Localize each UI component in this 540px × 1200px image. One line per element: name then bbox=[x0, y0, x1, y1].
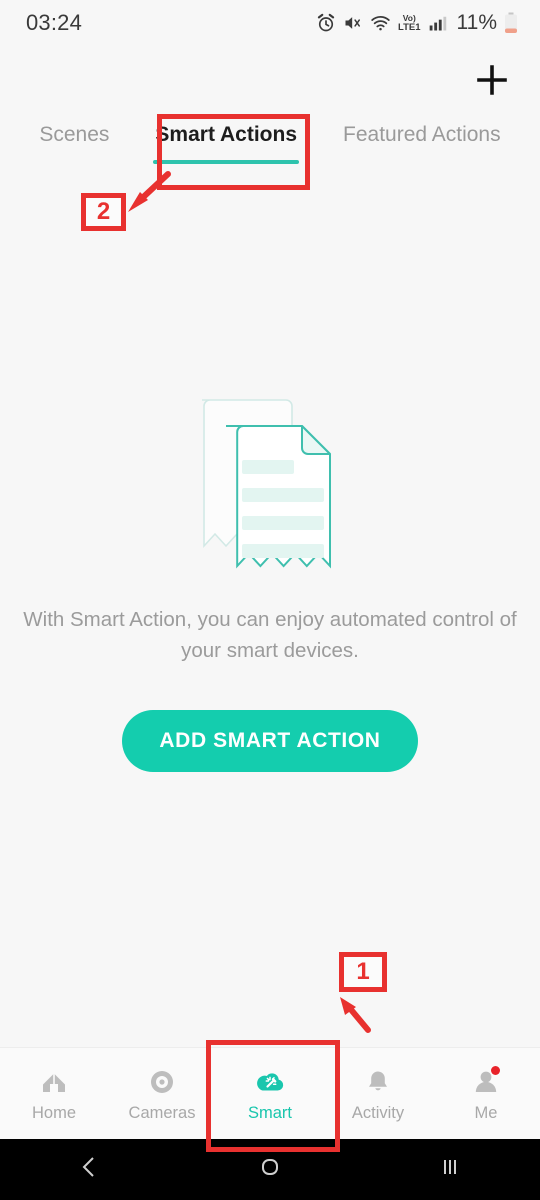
empty-state-description: With Smart Action, you can enjoy automat… bbox=[23, 608, 517, 662]
tab-smart-actions[interactable]: Smart Actions bbox=[141, 120, 311, 164]
me-badge-dot bbox=[491, 1065, 500, 1075]
battery-percent: 11% bbox=[456, 11, 497, 34]
bottom-navigation: Home Cameras Smart Activity Me bbox=[0, 1047, 540, 1139]
nav-item-activity-label: Activity bbox=[351, 1103, 405, 1122]
volte-icon: Vo) LTE1 bbox=[398, 14, 421, 32]
home-icon[interactable] bbox=[257, 1154, 283, 1185]
plus-icon bbox=[474, 62, 510, 103]
nav-item-home-label: Home bbox=[31, 1103, 76, 1122]
wifi-icon bbox=[370, 13, 391, 33]
nav-item-home[interactable]: Home bbox=[0, 1048, 108, 1139]
add-smart-action-button[interactable]: ADD SMART ACTION bbox=[122, 710, 418, 772]
tab-active-underline bbox=[153, 160, 300, 164]
tab-smart-actions-label: Smart Actions bbox=[155, 123, 298, 146]
bell-icon bbox=[361, 1065, 395, 1099]
nav-item-cameras[interactable]: Cameras bbox=[108, 1048, 216, 1139]
add-button[interactable] bbox=[466, 56, 518, 108]
battery-icon bbox=[504, 12, 518, 34]
annotation-arrow-1 bbox=[340, 997, 371, 1033]
tab-scenes-label: Scenes bbox=[39, 123, 110, 146]
tab-featured-actions-label: Featured Actions bbox=[343, 123, 501, 146]
smart-cloud-wand-icon bbox=[253, 1065, 287, 1099]
nav-item-me[interactable]: Me bbox=[432, 1048, 540, 1139]
annotation-arrow-2 bbox=[128, 171, 171, 212]
recents-icon[interactable] bbox=[437, 1154, 463, 1185]
mute-icon bbox=[343, 13, 363, 33]
tab-scenes[interactable]: Scenes bbox=[25, 120, 123, 150]
tab-featured-actions[interactable]: Featured Actions bbox=[329, 120, 515, 150]
system-navigation-bar bbox=[0, 1139, 540, 1200]
back-icon[interactable] bbox=[77, 1154, 103, 1185]
network-label: LTE1 bbox=[397, 21, 421, 33]
documents-icon bbox=[202, 399, 331, 569]
nav-item-cameras-label: Cameras bbox=[128, 1103, 196, 1122]
nav-item-activity[interactable]: Activity bbox=[324, 1048, 432, 1139]
status-bar: 03:24 Vo) LTE1 11% bbox=[0, 0, 540, 46]
signal-icon bbox=[428, 13, 448, 33]
nav-item-me-label: Me bbox=[474, 1103, 498, 1122]
annotation-number-2: 2 bbox=[81, 193, 126, 231]
annotation-number-1: 1 bbox=[339, 952, 387, 992]
house-icon bbox=[37, 1065, 71, 1099]
empty-state-illustration bbox=[180, 388, 360, 583]
status-icon-group: Vo) LTE1 11% bbox=[316, 11, 518, 35]
tab-bar: Scenes Smart Actions Featured Actions bbox=[0, 120, 540, 176]
nav-item-smart[interactable]: Smart bbox=[216, 1048, 324, 1139]
status-time: 03:24 bbox=[26, 10, 83, 35]
camera-lens-icon bbox=[145, 1065, 179, 1099]
app-screen: 03:24 Vo) LTE1 11% Scenes Smart Actions … bbox=[0, 0, 540, 1200]
person-icon bbox=[469, 1065, 503, 1099]
alarm-icon bbox=[316, 13, 336, 33]
nav-item-smart-label: Smart bbox=[247, 1103, 292, 1122]
